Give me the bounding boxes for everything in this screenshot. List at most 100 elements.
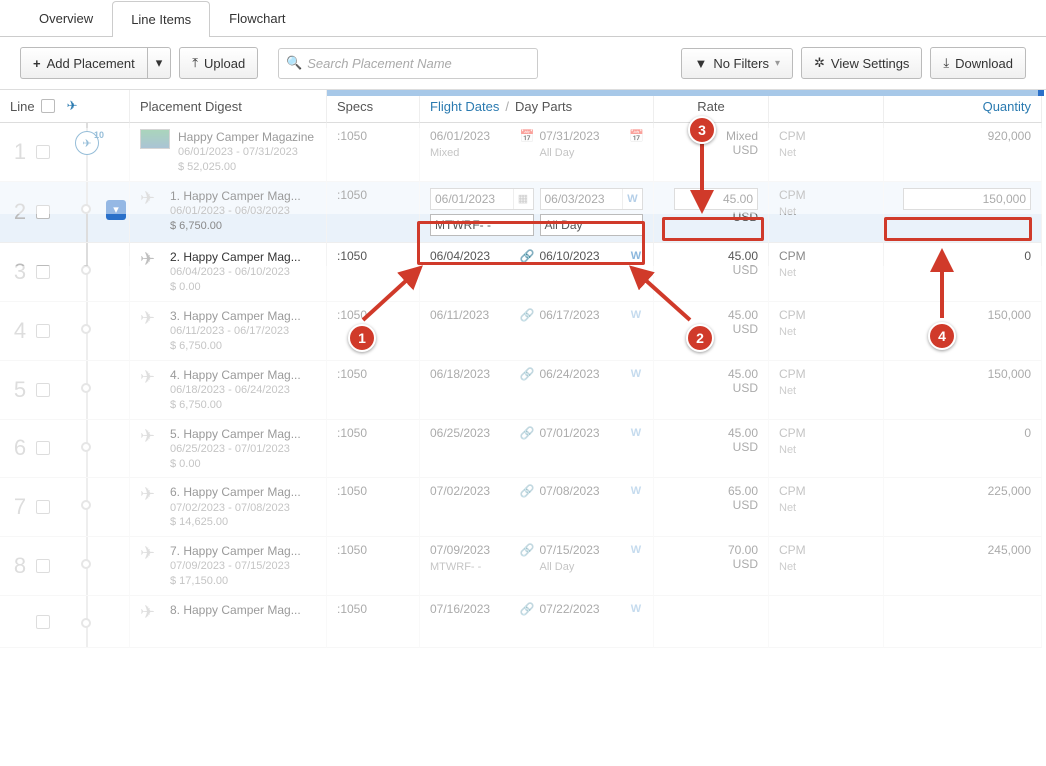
dates-cell[interactable]: 06/11/2023🔗 06/17/2023W: [420, 302, 654, 361]
qty-cell[interactable]: 0: [884, 243, 1042, 302]
net-label: Net: [779, 502, 873, 514]
row-checkbox[interactable]: [36, 265, 50, 279]
search-input[interactable]: [278, 48, 538, 79]
row-checkbox[interactable]: [36, 441, 50, 455]
rate-cell[interactable]: 45.00 USD: [654, 420, 769, 479]
add-placement-button[interactable]: + Add Placement: [20, 47, 147, 79]
plane-icon: ✈: [140, 308, 162, 354]
download-icon: ⤓: [943, 55, 949, 71]
qty-cell[interactable]: 225,000: [884, 478, 1042, 537]
specs-cell: :1050: [327, 420, 420, 479]
qty-cell[interactable]: 150,000: [884, 302, 1042, 361]
view-settings-button[interactable]: ✲ View Settings: [801, 47, 922, 79]
digest-cell[interactable]: ✈ 3. Happy Camper Mag... 06/11/2023 - 06…: [130, 302, 327, 361]
digest-cell[interactable]: ✈ 8. Happy Camper Mag...: [130, 596, 327, 648]
digest-dates: 06/04/2023 - 06/10/2023: [170, 265, 301, 280]
ratetype-cell: CPM Net: [769, 182, 884, 243]
rate-cell[interactable]: 45.00 USD: [654, 243, 769, 302]
dates-cell[interactable]: 06/01/2023📅 07/31/2023📅 MixedAll Day: [420, 123, 654, 182]
ratetype-cell: CPM Net: [769, 123, 884, 182]
add-placement-dropdown[interactable]: ▾: [147, 47, 172, 79]
calendar-icon[interactable]: ▦: [513, 189, 533, 209]
start-date-input[interactable]: 06/01/2023▦: [430, 188, 534, 210]
specs-cell: :1050: [327, 123, 420, 182]
digest-dates: 06/01/2023 - 07/31/2023: [178, 145, 314, 160]
parent-badge[interactable]: ✈10: [75, 131, 99, 155]
rate-input[interactable]: 45.00: [674, 188, 758, 210]
specs-cell: :1050: [327, 302, 420, 361]
qty-cell[interactable]: 920,000: [884, 123, 1042, 182]
dates-cell[interactable]: 06/18/2023🔗 06/24/2023W: [420, 361, 654, 420]
digest-cell[interactable]: ✈ 5. Happy Camper Mag... 06/25/2023 - 07…: [130, 420, 327, 479]
filters-label: No Filters: [713, 56, 769, 71]
dates-cell[interactable]: 06/01/2023▦ 06/03/2023W MTWRF- - All Day: [420, 182, 654, 243]
edit-badge[interactable]: ▾: [106, 200, 126, 220]
end-date-input[interactable]: 06/03/2023W: [540, 188, 644, 210]
rate-cell[interactable]: [654, 596, 769, 648]
qty-value: 0: [1024, 249, 1031, 263]
rate-cell[interactable]: 45.00 USD: [654, 361, 769, 420]
row-checkbox[interactable]: [36, 500, 50, 514]
dates-cell[interactable]: 06/04/2023🔗 06/10/2023W: [420, 243, 654, 302]
timeline-dot: [81, 265, 91, 275]
row-checkbox[interactable]: [36, 324, 50, 338]
qty-cell[interactable]: 0: [884, 420, 1042, 479]
qty-input[interactable]: 150,000: [903, 188, 1031, 210]
qty-cell[interactable]: [884, 596, 1042, 648]
tab-line-items[interactable]: Line Items: [112, 1, 210, 37]
dates-cell[interactable]: 07/09/2023🔗 07/15/2023W MTWRF- -All Day: [420, 537, 654, 596]
tab-flowchart[interactable]: Flowchart: [210, 0, 304, 36]
filters-button[interactable]: ▼ No Filters ▾: [681, 48, 793, 79]
end-date: 07/08/2023: [540, 484, 626, 498]
plane-icon: ✈: [140, 249, 162, 295]
digest-cell[interactable]: ✈ 4. Happy Camper Mag... 06/18/2023 - 06…: [130, 361, 327, 420]
day-part: All Day: [540, 561, 644, 573]
rate-type: CPM: [779, 308, 873, 322]
rate-cell[interactable]: Mixed USD: [654, 123, 769, 182]
rate-cell[interactable]: 70.00 USD: [654, 537, 769, 596]
row-checkbox[interactable]: [36, 615, 50, 629]
rate-cell[interactable]: 45.00 USD: [654, 302, 769, 361]
line-cell: 3: [0, 243, 130, 302]
dates-cell[interactable]: 06/25/2023🔗 07/01/2023W: [420, 420, 654, 479]
digest-cell[interactable]: ✈ 6. Happy Camper Mag... 07/02/2023 - 07…: [130, 478, 327, 537]
hdr-line[interactable]: Line ✈: [0, 90, 130, 123]
qty-cell[interactable]: 150,000: [884, 182, 1042, 243]
qty-cell[interactable]: 245,000: [884, 537, 1042, 596]
select-all-checkbox[interactable]: [41, 99, 55, 113]
hdr-digest[interactable]: Placement Digest: [130, 90, 327, 123]
rate-value: 45.00: [664, 426, 758, 440]
qty-value: 150,000: [988, 367, 1031, 381]
row-checkbox[interactable]: [36, 205, 50, 219]
digest-cell[interactable]: Happy Camper Magazine 06/01/2023 - 07/31…: [130, 123, 327, 182]
row-checkbox[interactable]: [36, 383, 50, 397]
rate-cell[interactable]: 65.00 USD: [654, 478, 769, 537]
rate-value: 45.00: [664, 308, 758, 322]
currency: USD: [664, 381, 758, 395]
qty-value: 225,000: [988, 484, 1031, 498]
download-button[interactable]: ⤓ Download: [930, 47, 1026, 79]
rate-cell[interactable]: 45.00 USD: [654, 182, 769, 243]
rate-type: CPM: [779, 484, 873, 498]
day-part-input[interactable]: All Day: [540, 214, 644, 236]
week-icon[interactable]: W: [622, 189, 642, 209]
row-checkbox[interactable]: [36, 559, 50, 573]
upload-button[interactable]: ⤒ Upload: [179, 47, 258, 79]
digest-cell[interactable]: ✈ 2. Happy Camper Mag... 06/04/2023 - 06…: [130, 243, 327, 302]
digest-cell[interactable]: ✈ 1. Happy Camper Mag... 06/01/2023 - 06…: [130, 182, 327, 243]
upload-label: Upload: [204, 56, 245, 71]
line-number: 4: [10, 318, 30, 344]
digest-dates: 06/25/2023 - 07/01/2023: [170, 442, 301, 457]
rate-value: 70.00: [664, 543, 758, 557]
currency: USD: [664, 498, 758, 512]
rate-type: CPM: [779, 426, 873, 440]
row-checkbox[interactable]: [36, 145, 50, 159]
currency: USD: [664, 210, 758, 224]
dates-cell[interactable]: 07/02/2023🔗 07/08/2023W: [420, 478, 654, 537]
tab-overview[interactable]: Overview: [20, 0, 112, 36]
line-cell: 7: [0, 478, 130, 537]
digest-cell[interactable]: ✈ 7. Happy Camper Mag... 07/09/2023 - 07…: [130, 537, 327, 596]
dates-cell[interactable]: 07/16/2023🔗 07/22/2023W: [420, 596, 654, 648]
qty-cell[interactable]: 150,000: [884, 361, 1042, 420]
day-pattern-input[interactable]: MTWRF- -: [430, 214, 534, 236]
